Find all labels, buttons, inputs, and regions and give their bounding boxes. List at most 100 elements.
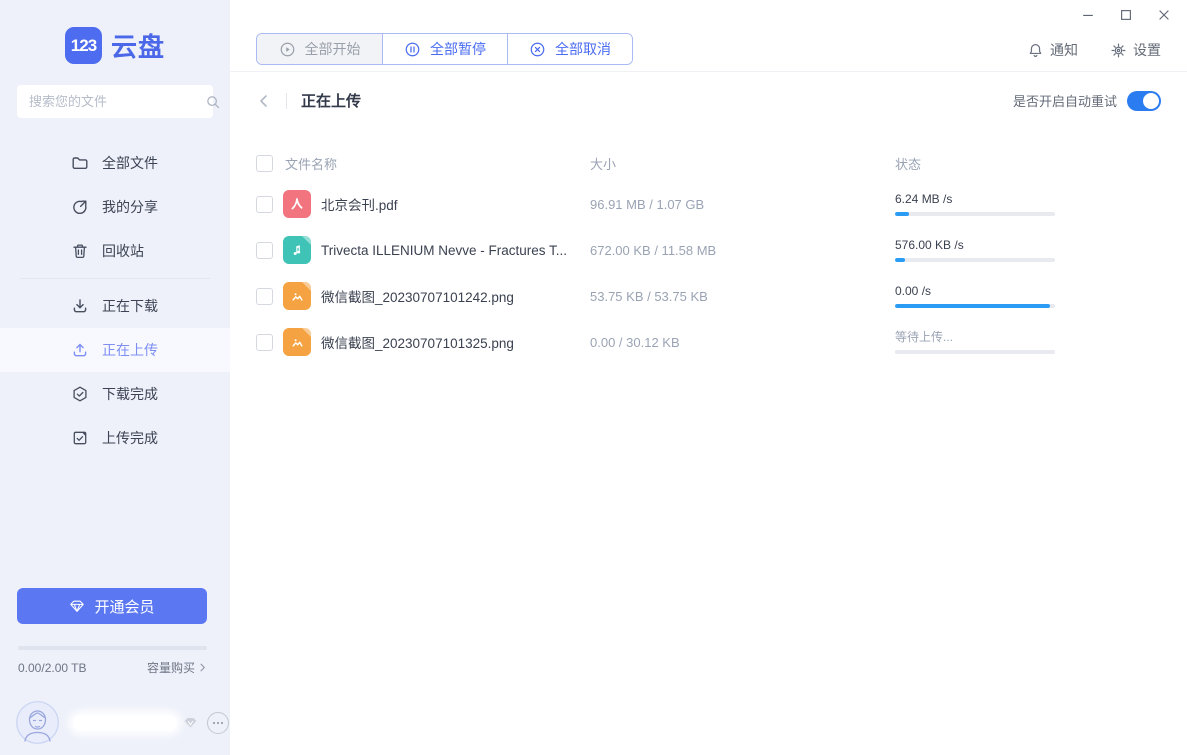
open-membership-button[interactable]: 开通会员: [17, 588, 207, 624]
pause-circle-icon: [404, 41, 421, 58]
member-level-gem-icon: [183, 715, 198, 730]
settings-button[interactable]: 设置: [1110, 40, 1161, 60]
cancel-all-label: 全部取消: [555, 39, 611, 59]
app-window: 123 云盘 全部文件: [0, 0, 1187, 755]
table-row[interactable]: 微信截图_20230707101242.png 53.75 KB / 53.75…: [256, 273, 1161, 319]
file-status: 6.24 MB /s: [895, 193, 1055, 216]
header-divider: [286, 93, 287, 109]
column-header-status: 状态: [895, 154, 921, 173]
progress-fill: [895, 258, 905, 262]
auto-retry-toggle[interactable]: [1127, 91, 1161, 111]
sidebar-item-downloading[interactable]: 正在下载: [0, 284, 230, 328]
file-size: 672.00 KB / 11.58 MB: [590, 243, 716, 258]
progress-bar: [895, 212, 1055, 216]
page-title: 正在上传: [301, 90, 361, 111]
download-done-icon: [71, 385, 89, 403]
buy-capacity-link[interactable]: 容量购买: [147, 659, 208, 676]
progress-bar: [895, 350, 1055, 354]
folded-corner: [302, 282, 311, 291]
sidebar-item-recycle-bin[interactable]: 回收站: [0, 229, 230, 273]
storage-usage-bar: [18, 646, 207, 650]
cancel-circle-icon: [529, 41, 546, 58]
top-right-actions: 通知 设置: [1027, 40, 1161, 60]
folder-icon: [71, 154, 89, 172]
share-icon: [71, 198, 89, 216]
search-icon[interactable]: [205, 94, 221, 110]
table-row[interactable]: Trivecta ILLENIUM Nevve - Fractures T...…: [256, 227, 1161, 273]
logo-text: 云盘: [111, 27, 165, 64]
trash-icon: [71, 242, 89, 260]
progress-fill: [895, 304, 1050, 308]
file-size: 53.75 KB / 53.75 KB: [590, 289, 708, 304]
row-checkbox[interactable]: [256, 196, 273, 213]
back-button[interactable]: [256, 93, 272, 109]
storage-row: 0.00/2.00 TB 容量购买: [18, 659, 208, 676]
start-all-button[interactable]: 全部开始: [257, 34, 382, 64]
sidebar-item-label: 全部文件: [102, 153, 158, 173]
buy-capacity-label: 容量购买: [147, 659, 195, 676]
sidebar-item-label: 下载完成: [102, 384, 158, 404]
logo-123-icon: 123: [65, 27, 102, 64]
upload-speed: 0.00 /s: [895, 285, 1055, 297]
pdf-file-icon: [283, 190, 311, 218]
user-row: [16, 701, 229, 744]
cancel-all-button[interactable]: 全部取消: [507, 34, 632, 64]
settings-label: 设置: [1133, 40, 1161, 60]
auto-retry-control: 是否开启自动重试: [1013, 91, 1161, 111]
audio-file-icon: [283, 236, 311, 264]
table-row[interactable]: 北京会刊.pdf 96.91 MB / 1.07 GB 6.24 MB /s: [256, 181, 1161, 227]
file-name: 北京会刊.pdf: [321, 194, 398, 214]
upload-status-text: 等待上传...: [895, 331, 1055, 343]
sidebar-item-label: 正在下载: [102, 296, 158, 316]
select-all-checkbox[interactable]: [256, 155, 273, 172]
folded-corner: [302, 236, 311, 245]
avatar[interactable]: [16, 701, 59, 744]
transfer-actions-group: 全部开始 全部暂停 全部取消: [256, 33, 633, 65]
progress-bar: [895, 304, 1055, 308]
upload-speed: 576.00 KB /s: [895, 239, 1055, 251]
sidebar-item-label: 正在上传: [102, 340, 158, 360]
auto-retry-label: 是否开启自动重试: [1013, 91, 1117, 110]
upload-done-icon: [71, 429, 89, 447]
sidebar-nav: 全部文件 我的分享 回收站: [0, 141, 230, 460]
file-status: 0.00 /s: [895, 285, 1055, 308]
search-box[interactable]: [17, 85, 213, 118]
sidebar-item-upload-complete[interactable]: 上传完成: [0, 416, 230, 460]
file-status: 576.00 KB /s: [895, 239, 1055, 262]
start-all-label: 全部开始: [305, 39, 361, 59]
file-status: 等待上传...: [895, 331, 1055, 354]
table-header: 文件名称 大小 状态: [256, 145, 1161, 181]
row-checkbox[interactable]: [256, 242, 273, 259]
sidebar-item-label: 我的分享: [102, 197, 158, 217]
notifications-label: 通知: [1050, 40, 1078, 60]
vip-diamond-icon: [69, 598, 85, 614]
file-name: 微信截图_20230707101242.png: [321, 286, 514, 306]
username-redacted: [73, 715, 177, 731]
sidebar-item-all-files[interactable]: 全部文件: [0, 141, 230, 185]
sidebar-item-label: 回收站: [102, 241, 144, 261]
table-row[interactable]: 微信截图_20230707101325.png 0.00 / 30.12 KB …: [256, 319, 1161, 365]
file-size: 0.00 / 30.12 KB: [590, 335, 680, 350]
notifications-button[interactable]: 通知: [1027, 40, 1078, 60]
file-name: Trivecta ILLENIUM Nevve - Fractures T...: [321, 243, 567, 258]
vip-button-label: 开通会员: [94, 596, 154, 617]
upload-table: 文件名称 大小 状态 北京会刊.pdf 96.91 MB / 1.07 GB 6…: [256, 145, 1161, 365]
toolbar: 全部开始 全部暂停 全部取消: [230, 0, 1187, 72]
upload-speed: 6.24 MB /s: [895, 193, 1055, 205]
bell-icon: [1027, 42, 1044, 59]
sidebar-item-uploading[interactable]: 正在上传: [0, 328, 230, 372]
sidebar-item-my-shares[interactable]: 我的分享: [0, 185, 230, 229]
file-size: 96.91 MB / 1.07 GB: [590, 197, 704, 212]
page-header: 正在上传 是否开启自动重试: [230, 73, 1187, 128]
image-file-icon: [283, 282, 311, 310]
app-logo: 123 云盘: [0, 27, 230, 64]
upload-icon: [71, 341, 89, 359]
sidebar-item-label: 上传完成: [102, 428, 158, 448]
sidebar-item-download-complete[interactable]: 下载完成: [0, 372, 230, 416]
search-input[interactable]: [29, 94, 205, 109]
user-more-button[interactable]: [207, 712, 229, 734]
row-checkbox[interactable]: [256, 334, 273, 351]
pause-all-button[interactable]: 全部暂停: [382, 34, 507, 64]
column-header-size: 大小: [590, 154, 616, 173]
row-checkbox[interactable]: [256, 288, 273, 305]
